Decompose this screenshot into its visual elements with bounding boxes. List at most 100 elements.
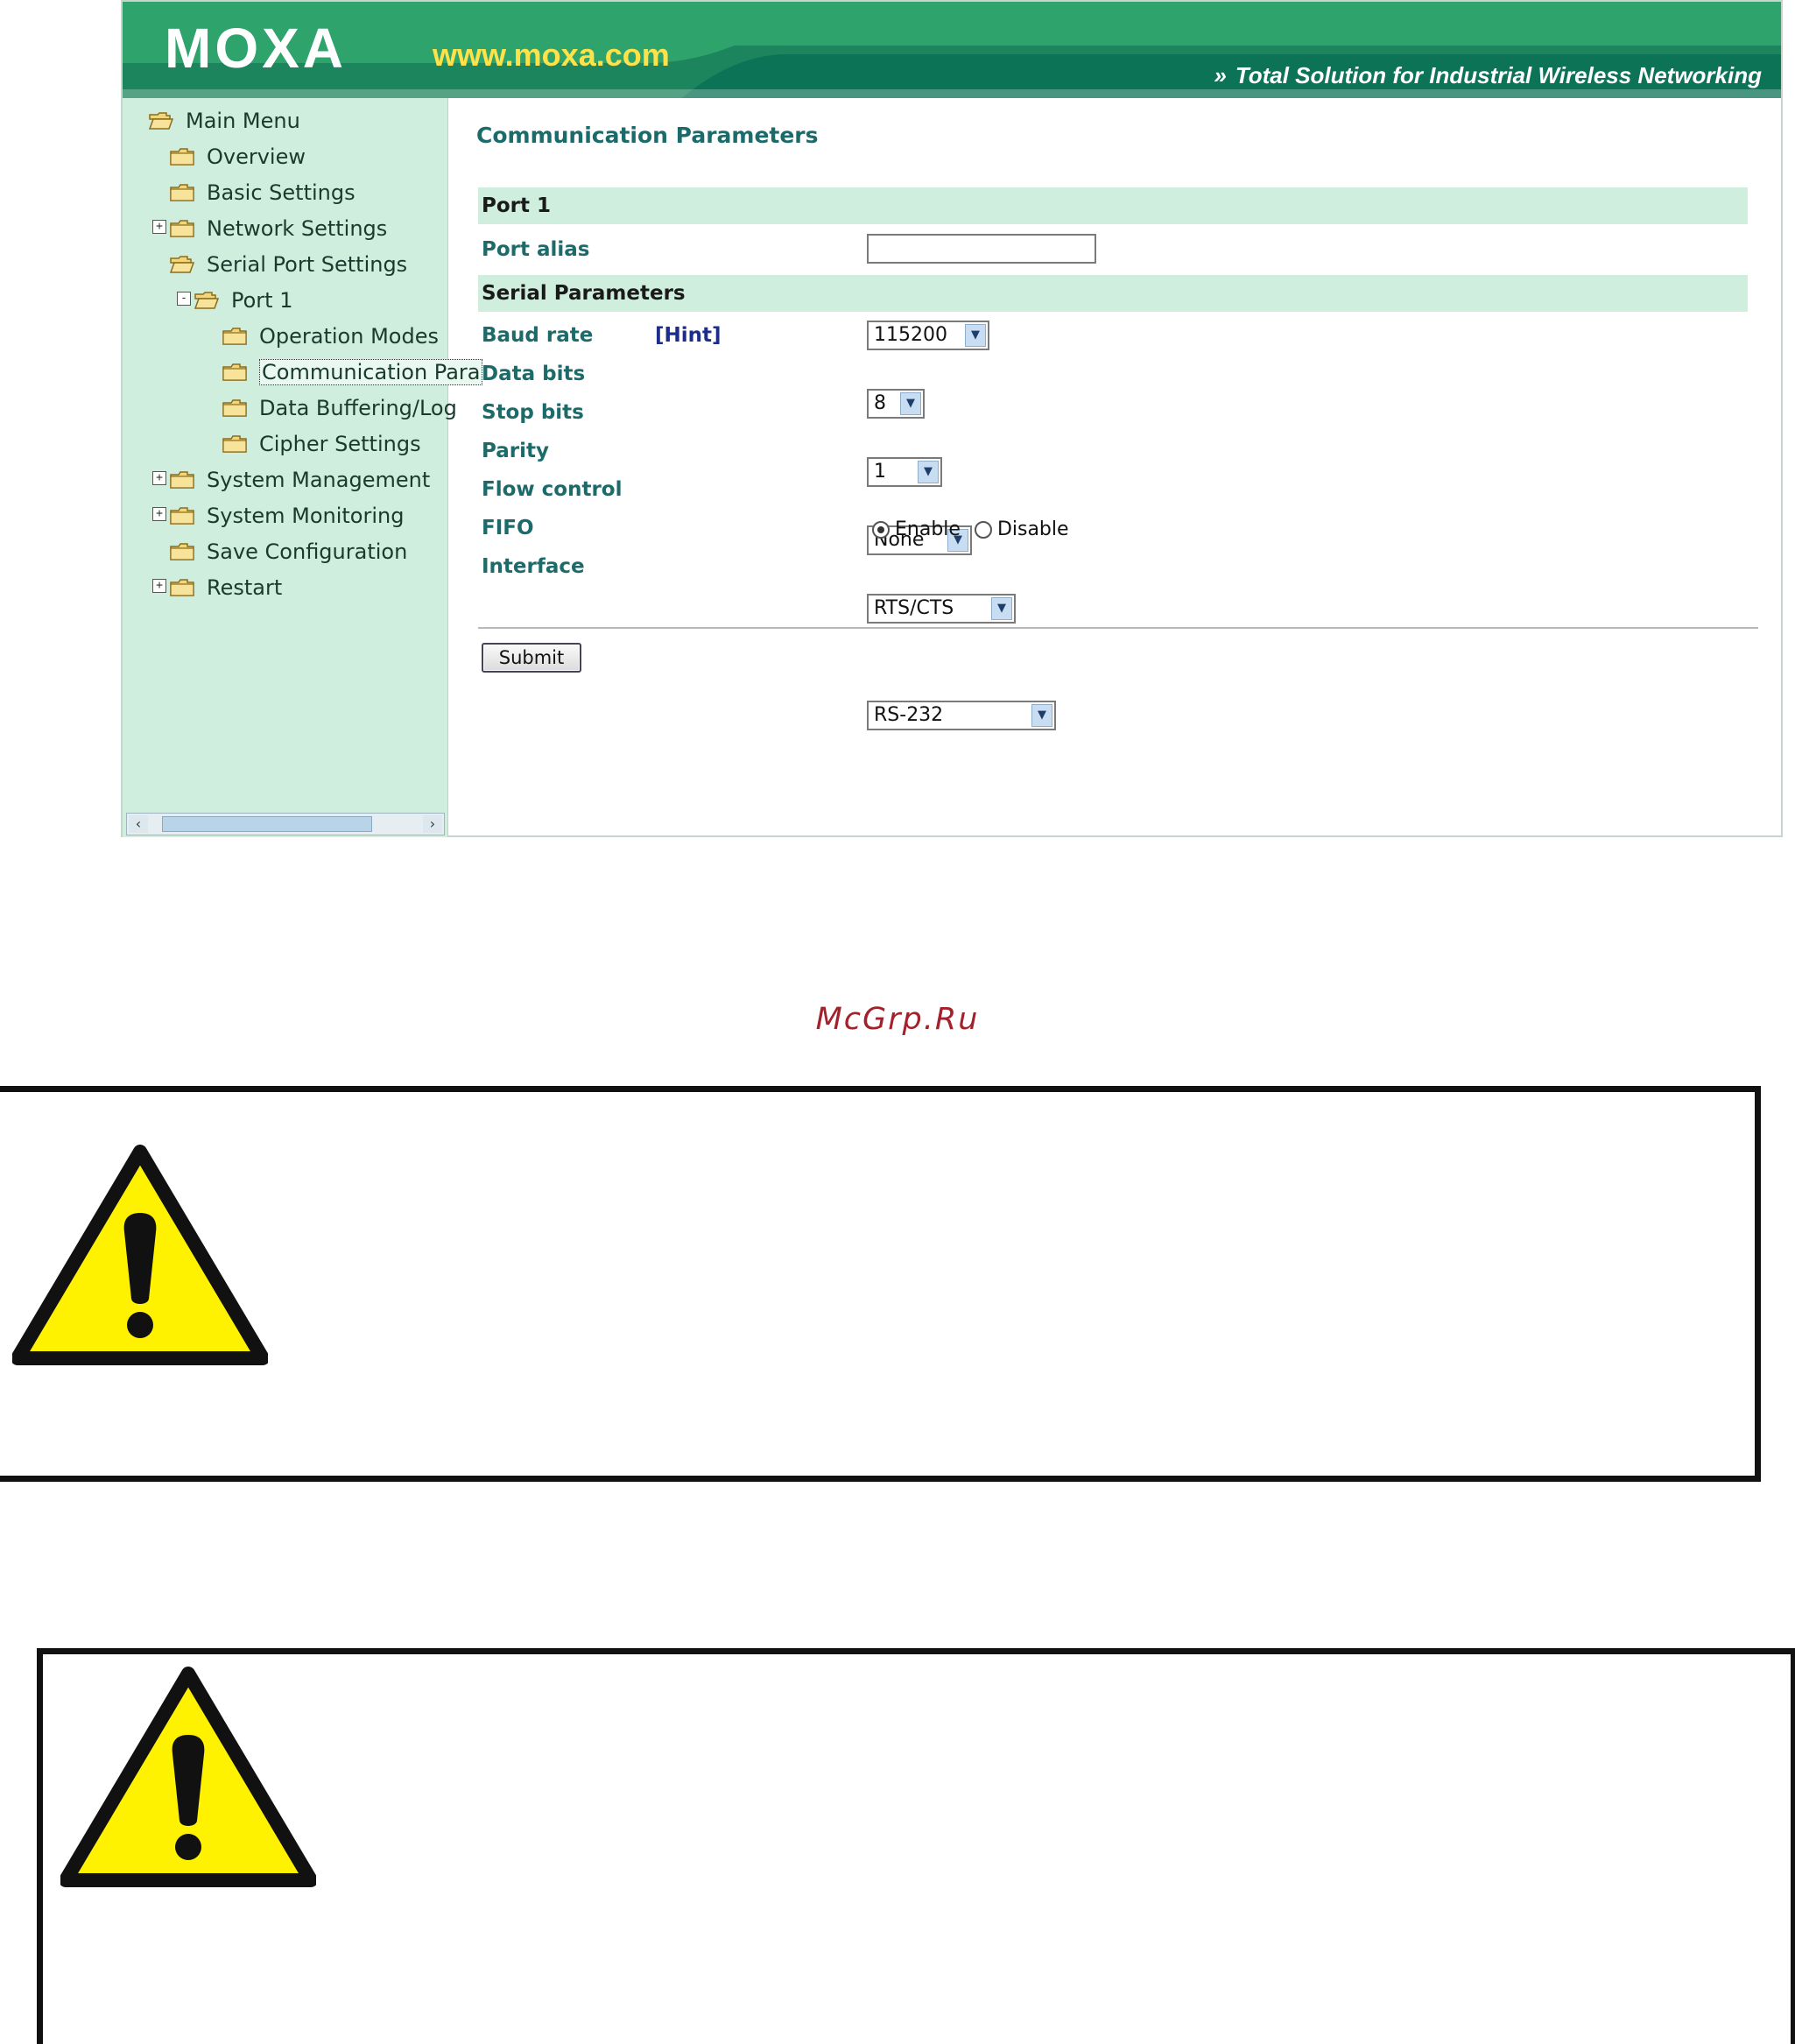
hint-link[interactable]: [Hint] <box>655 324 722 347</box>
tree-item-communication-para[interactable]: Communication Para <box>222 356 483 388</box>
tree-item-label: Basic Settings <box>207 180 355 205</box>
tree-item-network-settings[interactable]: + Network Settings <box>152 213 388 244</box>
chevron-down-icon: ▼ <box>965 324 986 347</box>
baud-rate-select[interactable]: 115200 ▼ <box>867 321 989 350</box>
folder-icon <box>170 507 194 525</box>
folder-icon <box>170 148 194 166</box>
folder-icon <box>222 435 247 453</box>
folder-icon <box>170 220 194 237</box>
tree-item-basic-settings[interactable]: Basic Settings <box>170 177 355 208</box>
expand-plus-icon[interactable]: + <box>152 220 166 234</box>
tree-item-label: Main Menu <box>186 109 300 133</box>
stop-bits-label: Stop bits <box>482 401 584 424</box>
scroll-right-arrow-icon[interactable]: › <box>423 815 442 833</box>
tree-item-restart[interactable]: + Restart <box>152 572 283 603</box>
folder-icon <box>170 579 194 596</box>
submit-button[interactable]: Submit <box>482 643 581 673</box>
scroll-thumb[interactable] <box>162 816 372 832</box>
tree-item-save-configuration[interactable]: Save Configuration <box>170 536 407 567</box>
tree-item-label: Overview <box>207 144 306 169</box>
flow-control-label: Flow control <box>482 478 623 501</box>
tree-item-label: Save Configuration <box>207 539 408 564</box>
attention-box-2 <box>37 1648 1795 2044</box>
fifo-label: FIFO <box>482 517 534 539</box>
tree-item-label: Serial Port Settings <box>207 252 408 277</box>
attention-box-1 <box>0 1086 1761 1482</box>
horizontal-scrollbar[interactable]: ‹ › <box>126 813 445 835</box>
folder-icon <box>222 363 247 381</box>
tree-item-port-1[interactable]: - Port 1 <box>177 285 293 316</box>
tree-item-operation-modes[interactable]: Operation Modes <box>222 321 439 352</box>
baud-rate-label: Baud rate [Hint] <box>482 324 722 347</box>
chevron-down-icon: ▼ <box>900 392 921 415</box>
fifo-enable-radio[interactable] <box>872 520 890 539</box>
watermark-text: McGrp.Ru <box>815 1002 980 1037</box>
tagline: » Total Solution for Industrial Wireless … <box>1214 60 1762 91</box>
interface-label: Interface <box>482 555 585 578</box>
site-url: www.moxa.com <box>433 37 670 73</box>
tree-item-label: Operation Modes <box>259 324 439 349</box>
flow-control-value: RTS/CTS <box>874 597 954 619</box>
warning-triangle-icon <box>60 1667 316 1887</box>
tree-item-system-management[interactable]: + System Management <box>152 464 431 496</box>
main-menu-tree: Main Menu Overview Basic Settings + Network … <box>123 98 483 837</box>
tree-item-label: System Monitoring <box>207 504 405 528</box>
baud-rate-text: Baud rate <box>482 324 594 347</box>
page-title: Communication Parameters <box>476 123 819 148</box>
tree-item-label: Restart <box>207 575 283 600</box>
section-serial-parameters: Serial Parameters <box>478 275 1748 312</box>
interface-select[interactable]: RS-232 ▼ <box>867 701 1056 730</box>
expand-plus-icon[interactable]: + <box>152 471 166 485</box>
fifo-enable-label: Enable <box>895 518 961 540</box>
data-bits-label: Data bits <box>482 363 586 385</box>
chevron-down-icon: ▼ <box>918 461 939 483</box>
collapse-minus-icon[interactable]: - <box>177 292 191 306</box>
open-folder-icon <box>149 112 173 130</box>
chevron-down-icon: ▼ <box>1031 704 1052 727</box>
header-banner: MOXA www.moxa.com » Total Solution for In… <box>123 2 1781 98</box>
section-port: Port 1 <box>478 187 1748 224</box>
flow-control-select[interactable]: RTS/CTS ▼ <box>867 594 1016 624</box>
tagline-text: Total Solution for Industrial Wireless N… <box>1235 62 1762 88</box>
form-divider <box>478 627 1758 629</box>
open-folder-icon <box>170 256 194 273</box>
tree-item-main-menu[interactable]: Main Menu <box>149 105 300 137</box>
chevron-down-icon: ▼ <box>991 597 1012 620</box>
stop-bits-select[interactable]: 1 ▼ <box>867 457 942 487</box>
port-alias-input[interactable] <box>867 234 1096 264</box>
stop-bits-value: 1 <box>874 461 886 483</box>
tree-item-serial-port-settings[interactable]: Serial Port Settings <box>170 249 407 280</box>
warning-triangle-icon <box>12 1145 268 1365</box>
open-folder-icon <box>194 292 219 309</box>
folder-icon <box>170 471 194 489</box>
port-alias-label: Port alias <box>482 238 590 261</box>
double-chevron-icon: » <box>1214 62 1227 88</box>
folder-icon <box>222 328 247 345</box>
folder-icon <box>170 543 194 560</box>
moxa-logo: MOXA <box>165 17 347 80</box>
expand-plus-icon[interactable]: + <box>152 507 166 521</box>
baud-rate-value: 115200 <box>874 324 947 346</box>
tree-item-label: Port 1 <box>231 288 293 313</box>
fifo-disable-label: Disable <box>996 518 1069 540</box>
tree-item-system-monitoring[interactable]: + System Monitoring <box>152 500 405 532</box>
tree-item-label: Cipher Settings <box>259 432 421 456</box>
web-console-screenshot: MOXA www.moxa.com » Total Solution for In… <box>121 0 1783 837</box>
scroll-left-arrow-icon[interactable]: ‹ <box>129 815 148 833</box>
tree-item-data-buffering-log[interactable]: Data Buffering/Log <box>222 392 457 424</box>
data-bits-value: 8 <box>874 392 886 414</box>
fifo-radio-group: Enable Disable <box>872 518 1069 540</box>
main-content: Communication Parameters Port 1 Port ali… <box>448 98 1781 835</box>
tree-item-label: Data Buffering/Log <box>259 396 457 420</box>
folder-icon <box>170 184 194 201</box>
interface-value: RS-232 <box>874 704 944 726</box>
data-bits-select[interactable]: 8 ▼ <box>867 389 925 419</box>
tree-item-label: Network Settings <box>207 216 388 241</box>
fifo-disable-radio[interactable] <box>974 520 992 539</box>
parity-label: Parity <box>482 440 549 462</box>
tree-item-label: System Management <box>207 468 431 492</box>
expand-plus-icon[interactable]: + <box>152 579 166 593</box>
tree-item-cipher-settings[interactable]: Cipher Settings <box>222 428 421 460</box>
tree-item-overview[interactable]: Overview <box>170 141 306 173</box>
folder-icon <box>222 399 247 417</box>
